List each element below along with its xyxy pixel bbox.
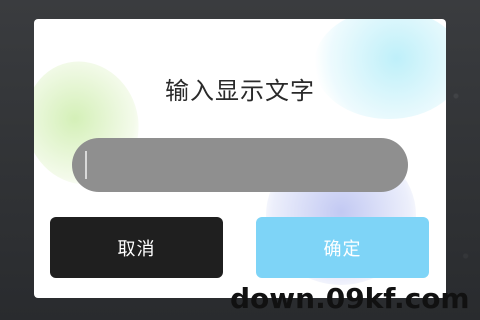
site-watermark: down.09kf.com (230, 282, 470, 315)
dialog-title: 输入显示文字 (165, 77, 315, 105)
text-caret-icon (85, 151, 87, 179)
cancel-button[interactable]: 取消 (50, 217, 223, 278)
input-dialog: 输入显示文字 取消 确定 (34, 19, 446, 298)
display-text-input[interactable] (72, 138, 408, 192)
confirm-button[interactable]: 确定 (256, 217, 429, 278)
